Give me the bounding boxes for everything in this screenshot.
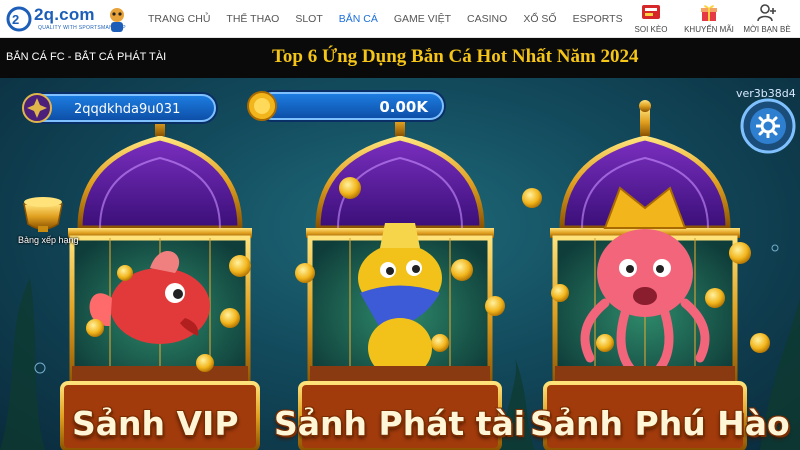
nav-item-ban-ca[interactable]: BẮN CÁ <box>331 0 386 38</box>
moi-ban-be-button[interactable]: MỜI BẠN BÈ <box>738 0 796 34</box>
hall-vip-label: Sảnh VIP <box>72 404 239 443</box>
version-label: ver3b38d4 <box>736 87 796 100</box>
user-avatar-icon <box>22 93 52 123</box>
breadcrumb: BẮN CÁ FC - BẮT CÁ PHÁT TÀI <box>6 51 167 63</box>
hall-phu-hao-button[interactable] <box>545 108 745 450</box>
nav-item-game-viet[interactable]: GAME VIỆT <box>386 0 459 38</box>
nav-item-the-thao[interactable]: THỂ THAO <box>218 0 287 38</box>
soi-keo-label: SOI KÈO <box>634 25 668 34</box>
settings-gear-icon[interactable] <box>756 114 780 138</box>
mascot-icon <box>110 8 124 32</box>
khuyen-mai-button[interactable]: KHUYẾN MÃI <box>680 0 738 34</box>
gift-icon <box>701 5 717 21</box>
game-lobby: 2qqdkhda9u031 0.00K ver3b38d4 Bảng xếp h… <box>0 78 800 450</box>
logo-mark-icon: 2 <box>6 6 32 32</box>
main-menu: TRANG CHỦ THỂ THAO SLOT BẮN CÁ GAME VIỆT… <box>140 0 631 38</box>
hall-phu-hao-label: Sảnh Phú Hào <box>530 404 790 443</box>
top-navigation: 2 2q.com QUALITY WITH SPORTSMANSHIP TRAN… <box>0 0 800 38</box>
nav-item-esports[interactable]: ESPORTS <box>565 0 631 38</box>
nav-item-trang-chu[interactable]: TRANG CHỦ <box>140 0 218 38</box>
site-logo[interactable]: 2 2q.com QUALITY WITH SPORTSMANSHIP <box>4 3 126 35</box>
page-title: Top 6 Ứng Dụng Bắn Cá Hot Nhất Năm 2024 <box>272 46 639 67</box>
nav-item-xo-so[interactable]: XỔ SỐ <box>515 0 564 38</box>
svg-text:2: 2 <box>12 12 19 27</box>
hall-phat-tai-label: Sảnh Phát tài <box>274 404 526 443</box>
soi-keo-icon <box>642 5 660 19</box>
nav-actions: SOI KÈO KHUYẾN MÃI MỜI BẠN BÈ <box>622 0 796 38</box>
soi-keo-button[interactable]: SOI KÈO <box>622 0 680 34</box>
nav-item-casino[interactable]: CASINO <box>459 0 515 38</box>
hall-phat-tai-button[interactable] <box>300 108 500 450</box>
khuyen-mai-label: KHUYẾN MÃI <box>684 25 734 34</box>
hall-vip-button[interactable] <box>62 108 258 450</box>
nav-item-slot[interactable]: SLOT <box>287 0 330 38</box>
invite-friends-icon <box>757 4 776 22</box>
moi-ban-be-label: MỜI BẠN BÈ <box>743 25 791 34</box>
logo-text: 2q.com <box>34 5 95 24</box>
article-title-bar: BẮN CÁ FC - BẮT CÁ PHÁT TÀI Top 6 Ứng Dụ… <box>0 38 800 78</box>
